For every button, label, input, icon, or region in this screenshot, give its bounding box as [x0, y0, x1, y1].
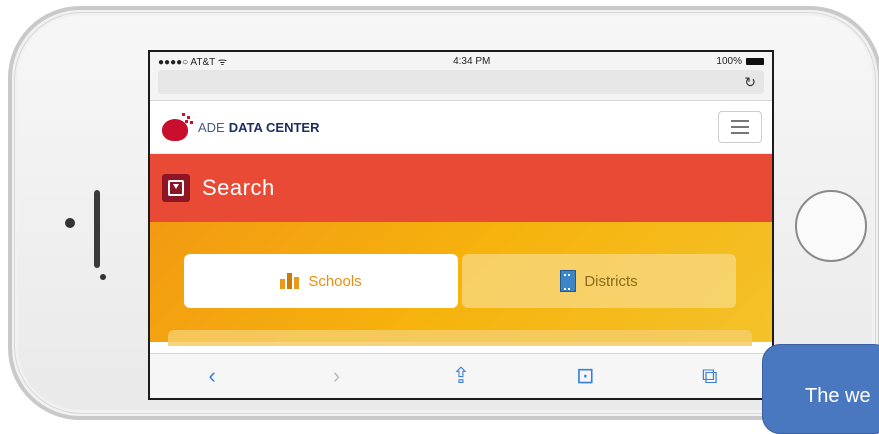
wifi-icon: ᯤ: [217, 57, 227, 68]
speaker-slot: [94, 190, 100, 268]
tabs-overview-icon[interactable]: ⧉: [695, 363, 725, 389]
battery-indicator: 100%: [716, 56, 764, 67]
address-bar-area: ↻: [150, 70, 772, 101]
battery-icon: [746, 57, 764, 65]
search-hero: Schools Districts: [150, 222, 772, 346]
site-header: ADE DATA CENTER: [150, 101, 772, 154]
search-input-area[interactable]: [168, 330, 752, 346]
callout-text: The we: [805, 385, 871, 407]
logo-text-light: ADE: [198, 119, 225, 135]
tab-districts-label: Districts: [584, 272, 638, 290]
front-camera: [65, 218, 75, 228]
forward-arrow-icon[interactable]: ›: [322, 363, 352, 389]
time-label: 4:34 PM: [453, 55, 491, 67]
apple-logo-icon: [160, 113, 194, 141]
school-building-icon: [280, 273, 300, 289]
bookmarks-icon[interactable]: ⊡: [570, 363, 600, 389]
hamburger-menu-button[interactable]: [718, 111, 762, 143]
search-label: Search: [202, 175, 275, 200]
battery-percent: 100%: [716, 55, 742, 67]
ade-logo[interactable]: ADE DATA CENTER: [160, 113, 320, 141]
dropdown-toggle-icon[interactable]: [162, 174, 190, 202]
phone-frame: ●●●●○ AT&T ᯤ 4:34 PM 100% ↻ ADE DATA CEN…: [8, 6, 879, 420]
district-building-icon: [560, 270, 577, 292]
home-button[interactable]: [795, 190, 867, 262]
logo-text-bold: DATA CENTER: [228, 119, 320, 135]
hamburger-icon-line: [731, 120, 749, 122]
phone-screen: ●●●●○ AT&T ᯤ 4:34 PM 100% ↻ ADE DATA CEN…: [148, 50, 774, 400]
proximity-sensor: [100, 274, 106, 280]
share-icon[interactable]: ⇪: [446, 363, 476, 389]
hamburger-icon-line: [731, 132, 749, 134]
search-type-tabs: Schools Districts: [184, 254, 736, 308]
tab-schools-label: Schools: [308, 272, 362, 290]
carrier-label: ●●●●○ AT&T ᯤ: [158, 57, 227, 68]
reload-icon[interactable]: ↻: [744, 74, 756, 91]
status-bar: ●●●●○ AT&T ᯤ 4:34 PM 100%: [150, 52, 772, 70]
tab-districts[interactable]: Districts: [462, 254, 736, 308]
safari-toolbar: ‹ › ⇪ ⊡ ⧉: [150, 353, 772, 398]
callout-annotation: The we: [762, 344, 879, 434]
tab-schools[interactable]: Schools: [184, 254, 458, 308]
search-banner[interactable]: Search: [150, 154, 772, 222]
address-bar[interactable]: ↻: [158, 70, 764, 94]
back-arrow-icon[interactable]: ‹: [197, 363, 227, 389]
hamburger-icon-line: [731, 126, 749, 128]
